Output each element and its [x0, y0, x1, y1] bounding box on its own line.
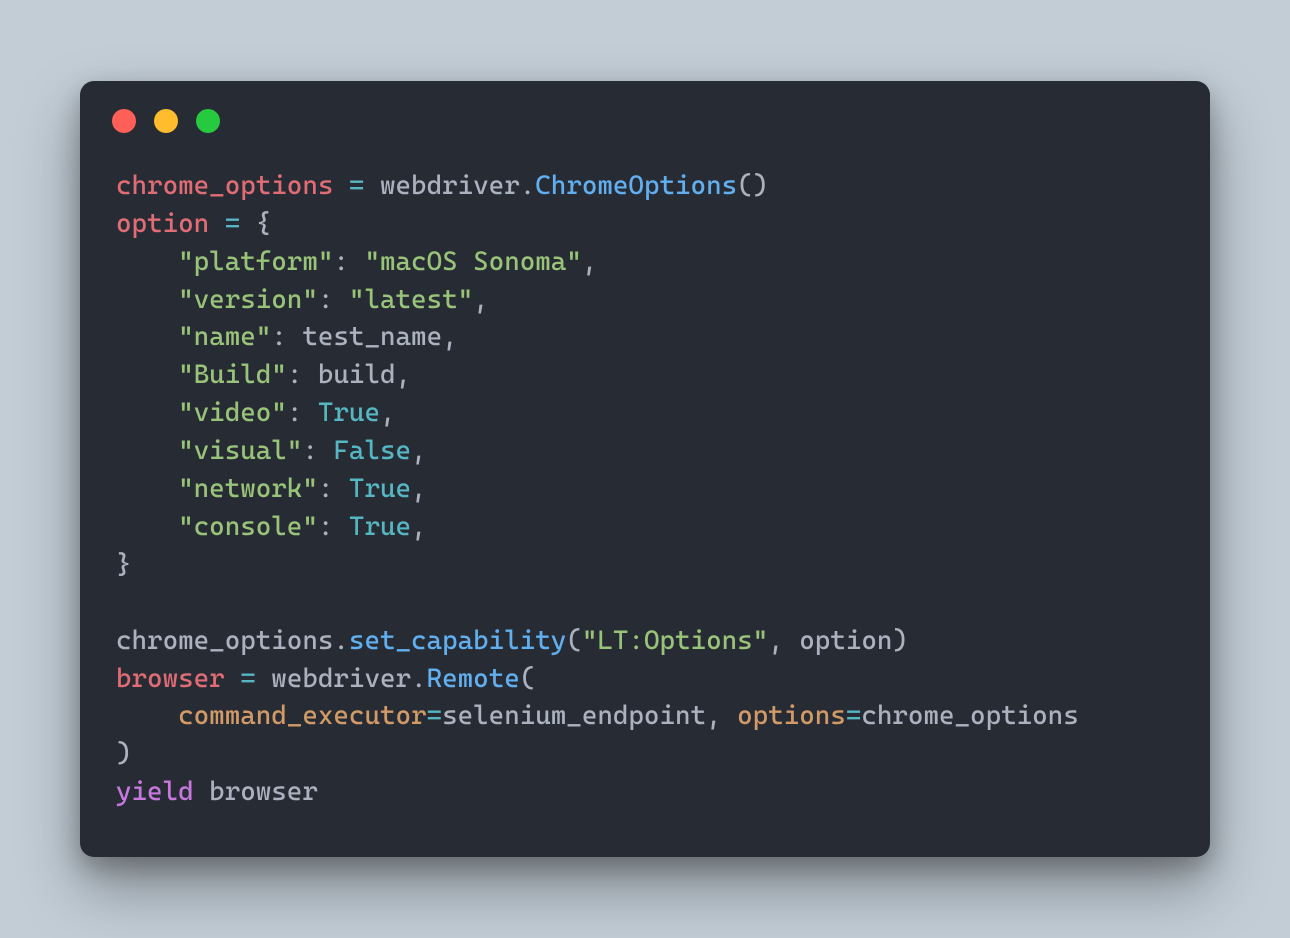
code-token: "video" [178, 397, 287, 428]
code-token: browser [209, 776, 318, 807]
code-token: True [349, 511, 411, 542]
traffic-lights [112, 109, 1174, 133]
code-token: : [287, 397, 318, 428]
code-token: build [318, 359, 396, 390]
code-token: () [737, 170, 768, 201]
code-token: "LT:Options" [582, 625, 768, 656]
code-token: command_executor [178, 700, 426, 731]
code-token: True [349, 473, 411, 504]
code-token: , [706, 700, 737, 731]
code-token: browser [116, 663, 225, 694]
code-token: , [768, 625, 799, 656]
code-token: webdriver [271, 663, 411, 694]
code-token: set_capability [349, 625, 566, 656]
code-token: option [799, 625, 892, 656]
code-token: "name" [178, 321, 271, 352]
code-token: . [411, 663, 427, 694]
code-token: ) [892, 625, 908, 656]
code-token: chrome_options [116, 170, 333, 201]
code-token: = [225, 663, 272, 694]
code-token: "Build" [178, 359, 287, 390]
code-token: chrome_options [861, 700, 1078, 731]
code-token: ( [520, 663, 536, 694]
close-icon[interactable] [112, 109, 136, 133]
code-window: chrome_options = webdriver.ChromeOptions… [80, 81, 1210, 857]
code-token: options [737, 700, 846, 731]
code-token: = [427, 700, 443, 731]
code-token: , [380, 397, 396, 428]
code-token: False [333, 435, 411, 466]
code-token: , [473, 284, 489, 315]
code-block: chrome_options = webdriver.ChromeOptions… [116, 167, 1174, 811]
code-token: ) [116, 738, 132, 769]
code-token: } [116, 549, 132, 580]
code-token: "visual" [178, 435, 302, 466]
code-token: : [318, 473, 349, 504]
code-token: = [846, 700, 862, 731]
code-token: ( [566, 625, 582, 656]
code-token: : [302, 435, 333, 466]
code-token: , [442, 321, 458, 352]
code-token: { [256, 208, 272, 239]
code-token: . [520, 170, 536, 201]
code-token: "version" [178, 284, 318, 315]
code-token: yield [116, 776, 194, 807]
code-token: "console" [178, 511, 318, 542]
code-token: "latest" [349, 284, 473, 315]
code-token: = [333, 170, 380, 201]
code-token [194, 776, 210, 807]
code-token: test_name [302, 321, 442, 352]
zoom-icon[interactable] [196, 109, 220, 133]
code-token: "platform" [178, 246, 333, 277]
code-token: , [582, 246, 598, 277]
code-token: True [318, 397, 380, 428]
code-token: : [333, 246, 364, 277]
code-token: : [287, 359, 318, 390]
code-token: , [411, 511, 427, 542]
code-token: webdriver [380, 170, 520, 201]
code-token: chrome_options [116, 625, 333, 656]
code-token: = [209, 208, 256, 239]
code-token: , [396, 359, 412, 390]
code-token: , [411, 435, 427, 466]
code-token: : [318, 511, 349, 542]
code-token: Remote [427, 663, 520, 694]
code-token: . [333, 625, 349, 656]
code-token: "network" [178, 473, 318, 504]
code-token: , [411, 473, 427, 504]
code-token: : [271, 321, 302, 352]
code-token: : [318, 284, 349, 315]
code-token: "macOS Sonoma" [364, 246, 581, 277]
code-token: ChromeOptions [535, 170, 737, 201]
code-token: option [116, 208, 209, 239]
code-token: selenium_endpoint [442, 700, 706, 731]
minimize-icon[interactable] [154, 109, 178, 133]
